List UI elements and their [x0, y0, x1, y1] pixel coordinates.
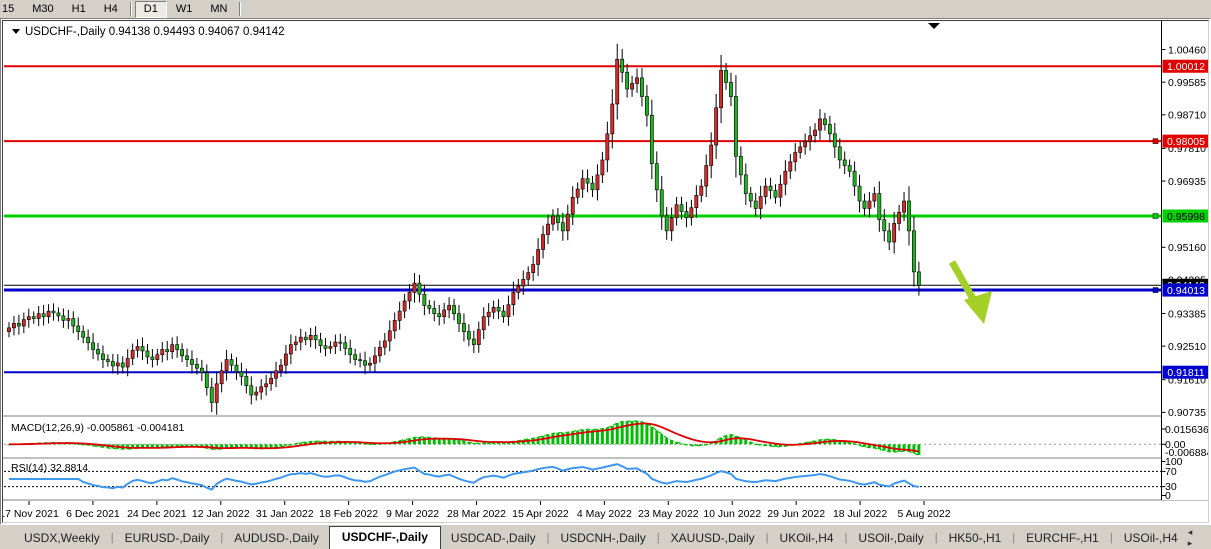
timeframe-button-d1[interactable]: D1: [135, 1, 167, 18]
chart-tab-bar: USDX,Weekly|EURUSD-,Daily|AUDUSD-,DailyU…: [0, 526, 1211, 549]
price-tick-label: 1.00460: [1168, 44, 1206, 56]
timeframe-button-mn[interactable]: MN: [201, 1, 236, 18]
timeframe-toolbar: 15M30H1H4 D1W1MN: [0, 0, 1211, 18]
level-0.98005-badge: 0.98005: [1167, 136, 1205, 148]
terminal-window: 15M30H1H4 D1W1MN 1.00460 0.99585 0.98710 0.9…: [0, 0, 1211, 549]
tab-xauusd-daily[interactable]: XAUUSD-,Daily: [661, 528, 765, 549]
chart-client-area: 1.004600.995850.987100.978100.969350.951…: [2, 20, 1209, 523]
svg-text:5 Aug 2022: 5 Aug 2022: [897, 508, 950, 520]
svg-text:23 May 2022: 23 May 2022: [638, 508, 699, 520]
level-line-handle[interactable]: [1153, 288, 1158, 293]
level-0.95998-badge: 0.95998: [1167, 211, 1205, 223]
price-tick-label: 0.93385: [1168, 308, 1206, 320]
timeframe-button-h4[interactable]: H4: [95, 1, 127, 18]
level-line-handle[interactable]: [1153, 139, 1158, 144]
timeframe-button-15[interactable]: 15: [0, 1, 23, 18]
svg-text:31 Jan 2022: 31 Jan 2022: [256, 508, 314, 520]
toolbar-separator: [130, 2, 132, 16]
tab-eurusd-daily[interactable]: EURUSD-,Daily: [115, 528, 220, 549]
price-tick-label: 0.98710: [1168, 110, 1206, 122]
svg-text:6 Dec 2021: 6 Dec 2021: [66, 508, 120, 520]
svg-text:18 Jul 2022: 18 Jul 2022: [833, 508, 887, 520]
tab-usdcad-daily[interactable]: USDCAD-,Daily: [441, 528, 546, 549]
svg-text:12 Jan 2022: 12 Jan 2022: [192, 508, 250, 520]
svg-text:4 May 2022: 4 May 2022: [577, 508, 632, 520]
macd-axis-label: 0.015636: [1165, 424, 1209, 436]
rsi-axis-label: 70: [1165, 466, 1177, 478]
svg-text:17 Nov 2021: 17 Nov 2021: [3, 508, 59, 520]
svg-text:10 Jun 2022: 10 Jun 2022: [703, 508, 761, 520]
price-tick-label: 0.95160: [1168, 242, 1206, 254]
timeframe-button-h1[interactable]: H1: [63, 1, 95, 18]
svg-text:28 Mar 2022: 28 Mar 2022: [447, 508, 506, 520]
level-0.94013-badge: 0.94013: [1167, 285, 1205, 297]
price-tick-label: 0.99585: [1168, 77, 1206, 89]
svg-text:24 Dec 2021: 24 Dec 2021: [127, 508, 187, 520]
chart-title: USDCHF-,Daily 0.94138 0.94493 0.94067 0.…: [25, 26, 285, 38]
rsi-axis-label: 0: [1165, 490, 1171, 502]
tab-usoil-daily[interactable]: USOil-,Daily: [848, 528, 933, 549]
price-tick-label: 0.92510: [1168, 341, 1206, 353]
rsi-label: RSI(14) 32.8814: [11, 462, 88, 474]
price-tick-label: 0.90735: [1168, 407, 1206, 419]
tab-usdx-weekly[interactable]: USDX,Weekly: [14, 528, 110, 549]
tab-scroll-arrows-icon[interactable]: ◂ ▸: [1188, 527, 1205, 549]
chart-window: 1.004600.995850.987100.978100.969350.951…: [0, 18, 1211, 525]
price-tick-label: 0.96935: [1168, 176, 1206, 188]
timeframe-button-w1[interactable]: W1: [167, 1, 202, 18]
timeframe-button-m30[interactable]: M30: [23, 1, 62, 18]
level-1.00012-badge: 1.00012: [1167, 61, 1205, 73]
tab-ukoil-h4[interactable]: UKOil-,H4: [770, 528, 844, 549]
tab-eurchf-h1[interactable]: EURCHF-,H1: [1016, 528, 1109, 549]
svg-text:29 Jun 2022: 29 Jun 2022: [767, 508, 825, 520]
tab-audusd-daily[interactable]: AUDUSD-,Daily: [224, 528, 329, 549]
toolbar-separator: [239, 2, 241, 16]
tab-usoil-h4[interactable]: USOil-,H4: [1114, 528, 1188, 549]
tab-usdcnh-daily[interactable]: USDCNH-,Daily: [550, 528, 655, 549]
tab-usdchf-daily[interactable]: USDCHF-,Daily: [329, 526, 441, 549]
level-line-handle[interactable]: [1153, 214, 1158, 219]
svg-text:18 Feb 2022: 18 Feb 2022: [319, 508, 378, 520]
svg-text:15 Apr 2022: 15 Apr 2022: [512, 508, 569, 520]
svg-text:9 Mar 2022: 9 Mar 2022: [386, 508, 439, 520]
chart-canvas[interactable]: 1.004600.995850.987100.978100.969350.951…: [3, 21, 1209, 523]
tab-hk50-h1[interactable]: HK50-,H1: [939, 528, 1012, 549]
macd-label: MACD(12,26,9) -0.005861 -0.004181: [11, 422, 185, 434]
level-0.91811-badge: 0.91811: [1167, 367, 1204, 379]
